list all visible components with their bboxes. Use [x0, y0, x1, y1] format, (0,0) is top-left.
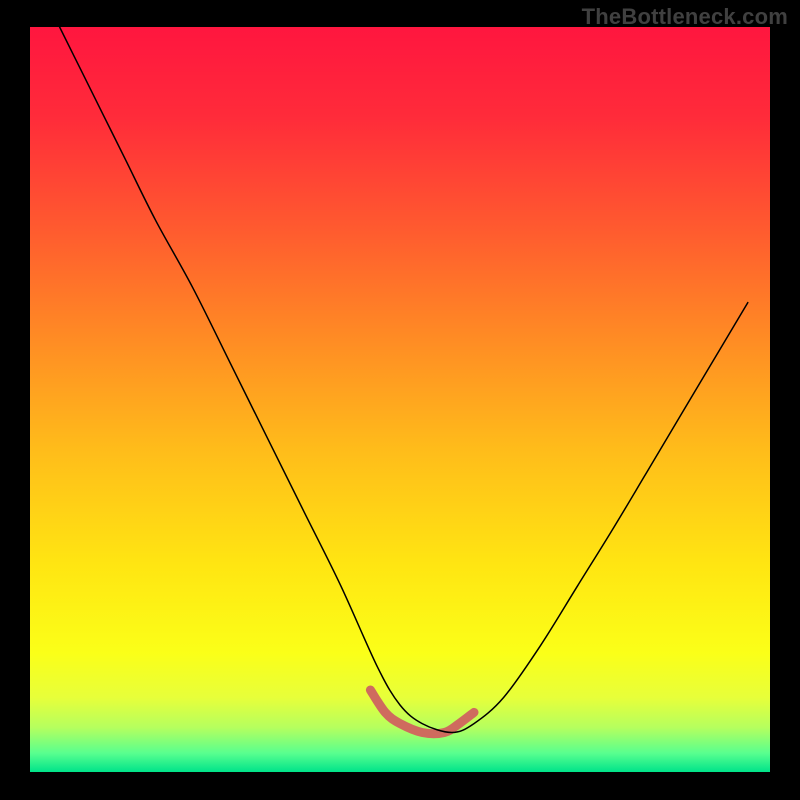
bottleneck-chart	[0, 0, 800, 800]
plot-background	[30, 27, 770, 772]
chart-frame: TheBottleneck.com	[0, 0, 800, 800]
watermark-text: TheBottleneck.com	[582, 4, 788, 30]
